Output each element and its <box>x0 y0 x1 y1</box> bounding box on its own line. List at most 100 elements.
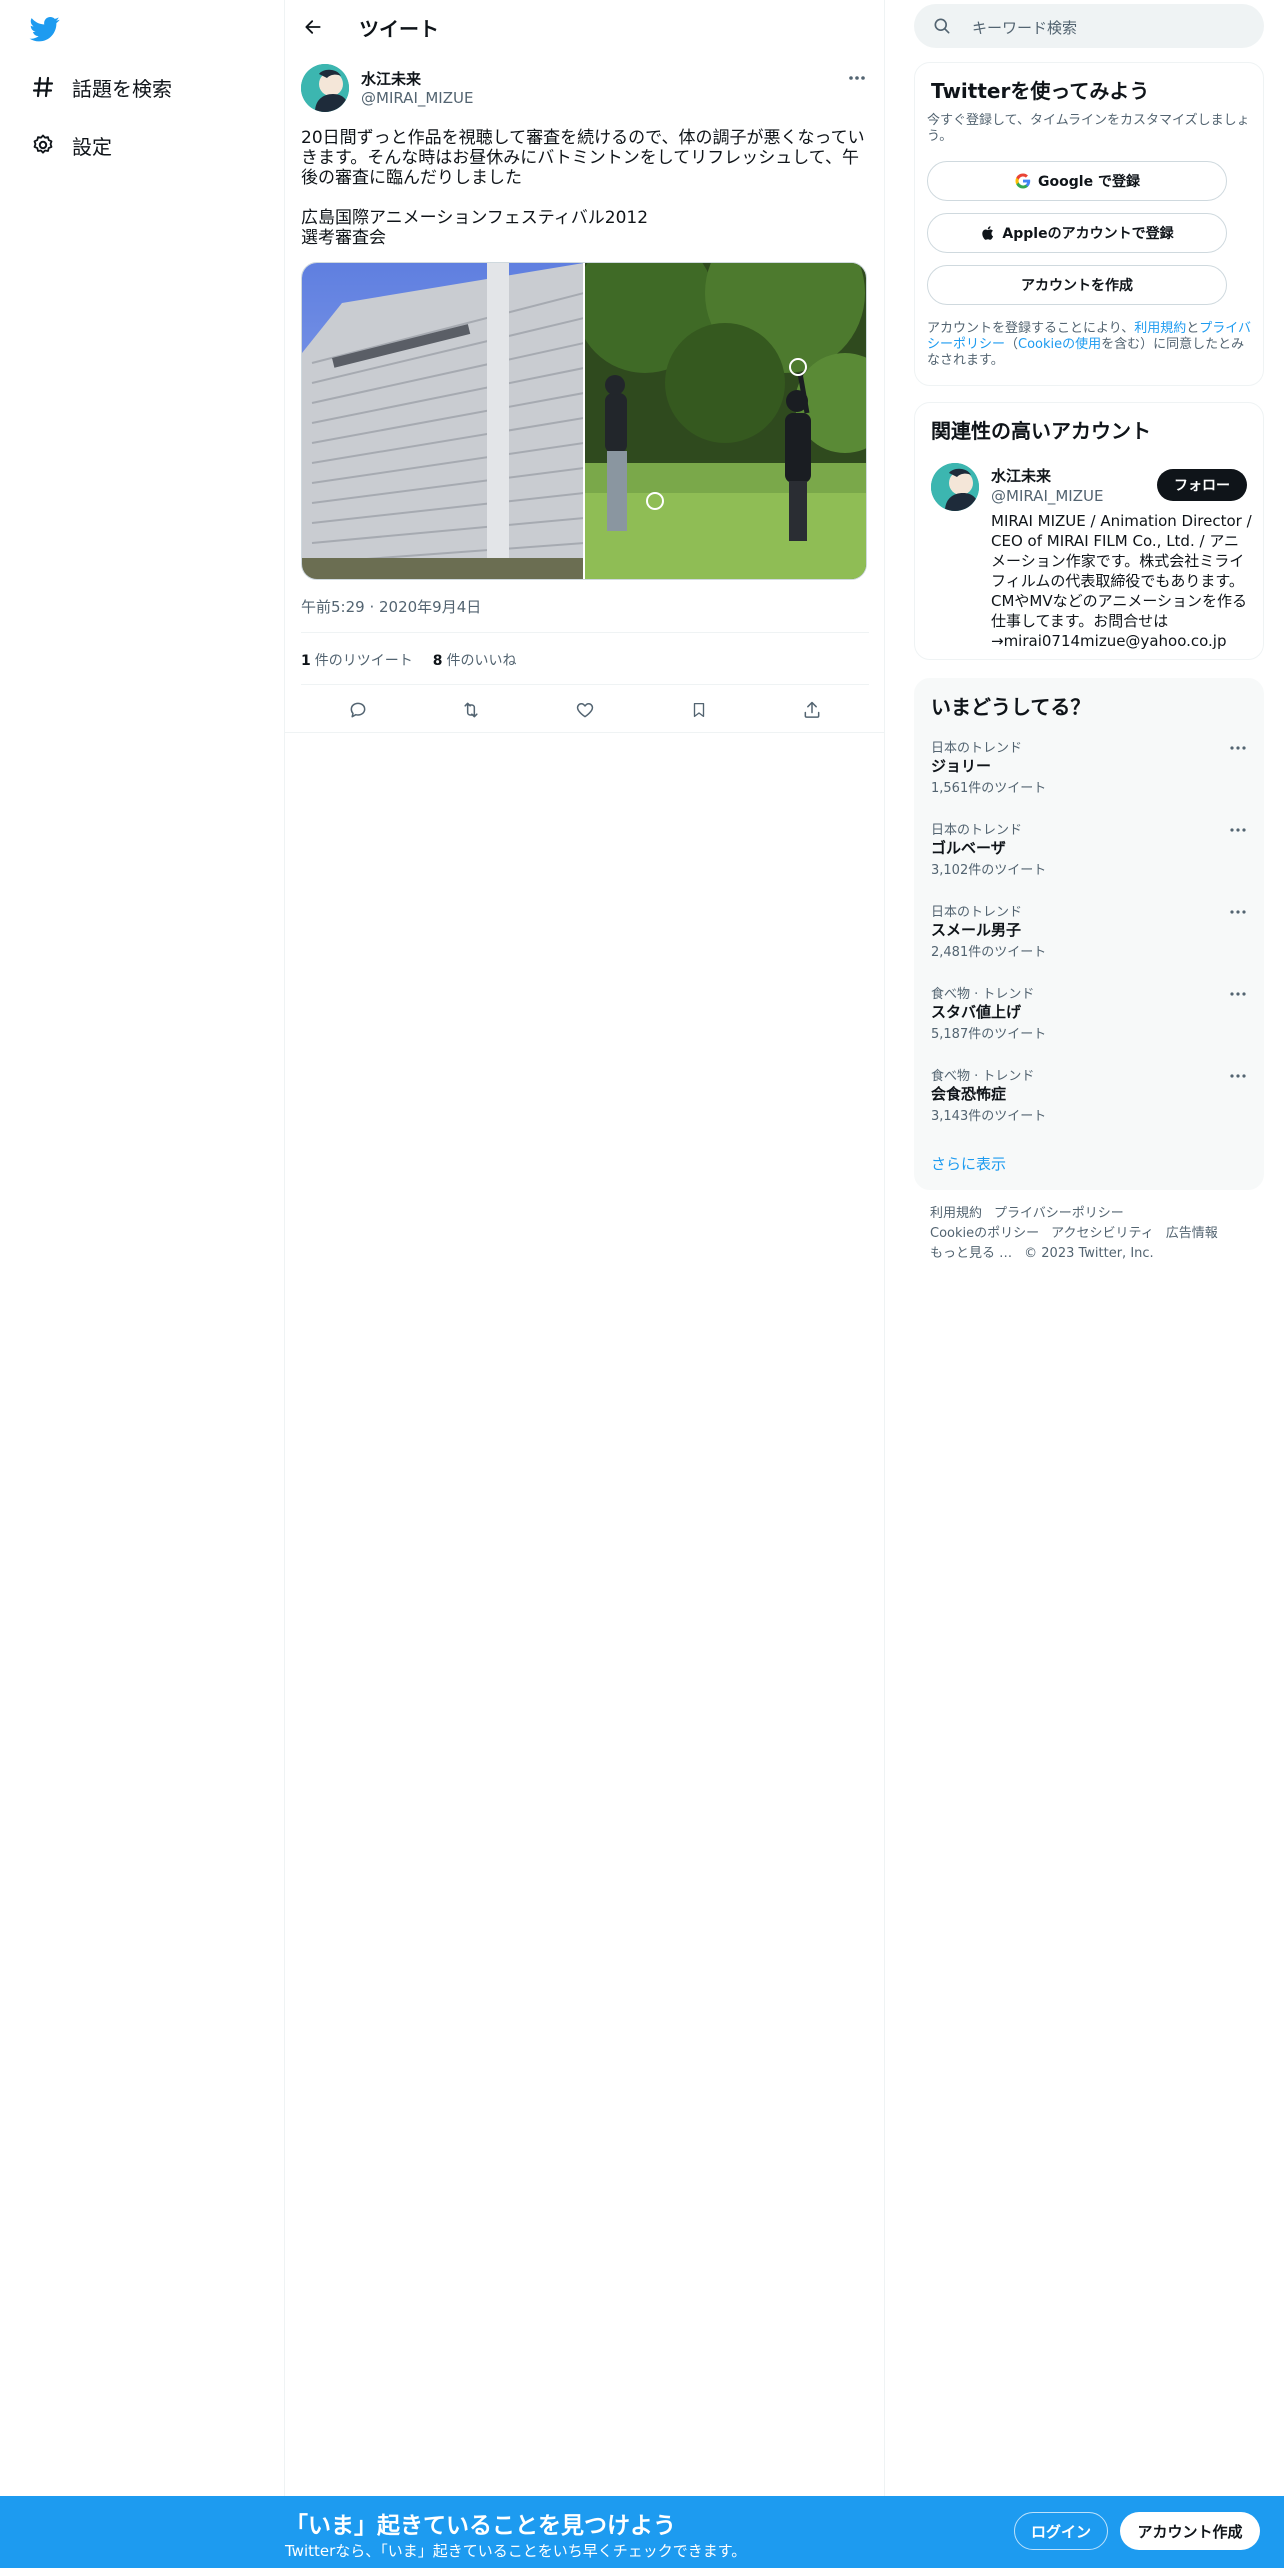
legal-and: と <box>1186 321 1200 336</box>
more-options-icon[interactable] <box>1227 739 1249 757</box>
legal-cookie-link[interactable]: Cookieの使用 <box>1018 337 1101 352</box>
hashtag-icon <box>30 74 56 100</box>
login-button[interactable]: ログイン <box>1014 2512 1108 2550</box>
related-account-bio: MIRAI MIZUE / Animation Director / CEO o… <box>991 512 1252 650</box>
gear-icon <box>30 132 56 158</box>
like-heart-icon[interactable] <box>568 693 602 727</box>
trend-category: 食べ物 · トレンド <box>931 1069 1035 1084</box>
twitter-bird-icon[interactable] <box>28 14 62 44</box>
trend-name: スメール男子 <box>931 921 1022 939</box>
trend-item[interactable]: 日本のトレンド ジョリー 1,561件のツイート <box>931 737 1249 807</box>
search-placeholder: キーワード検索 <box>972 19 1078 37</box>
related-accounts-card: 関連性の高いアカウント 水江未来 @MIRAI_MIZUE フォロー MIRAI… <box>914 402 1264 660</box>
tweet-timestamp[interactable]: 午前5:29 · 2020年9月4日 <box>301 596 481 617</box>
bottom-signup-bar: 「いま」起きていることを見つけよう Twitterなら、「いま」起きていることを… <box>0 2496 1284 2568</box>
signup-card-desc: 今すぐ登録して、タイムラインをカスタマイズしましょう。 <box>927 113 1250 144</box>
trend-category: 日本のトレンド <box>931 905 1023 920</box>
apple-logo-icon <box>980 224 996 242</box>
footer-cookie-link[interactable]: Cookieのポリシー <box>930 1226 1039 1241</box>
more-options-icon[interactable] <box>1227 1067 1249 1085</box>
trend-item[interactable]: 食べ物 · トレンド 会食恐怖症 3,143件のツイート <box>931 1065 1249 1135</box>
share-icon[interactable] <box>795 693 829 727</box>
retweets-label: 件のリツイート <box>314 653 413 669</box>
main-header: ツイート <box>285 0 885 54</box>
apple-signup-button[interactable]: Appleのアカウントで登録 <box>927 213 1227 253</box>
nav-explore[interactable]: 話題を検索 <box>30 67 172 107</box>
search-input[interactable]: キーワード検索 <box>914 4 1264 48</box>
trend-name: 会食恐怖症 <box>931 1085 1007 1103</box>
more-options-icon[interactable] <box>1227 821 1249 839</box>
footer-links: 利用規約 プライバシーポリシー Cookieのポリシー アクセシビリティ 広告情報 も… <box>930 1204 1250 1264</box>
nav-settings-label: 設定 <box>72 134 112 159</box>
divider <box>301 632 869 633</box>
retweet-icon[interactable] <box>454 693 488 727</box>
google-signup-label: Google で登録 <box>1038 174 1140 190</box>
google-signup-button[interactable]: Google で登録 <box>927 161 1227 201</box>
retweets-count: 1 <box>301 653 311 669</box>
tweet-text: 20日間ずっと作品を視聴して審査を続けるので、体の調子が悪くなってい きます。そ… <box>301 128 865 248</box>
trend-item[interactable]: 日本のトレンド スメール男子 2,481件のツイート <box>931 901 1249 971</box>
likes-stat[interactable]: 8 件のいいね <box>433 650 517 670</box>
page-title: ツイート <box>359 17 439 41</box>
legal-terms-link[interactable]: 利用規約 <box>1134 321 1186 336</box>
apple-signup-label: Appleのアカウントで登録 <box>1002 226 1174 242</box>
search-icon <box>932 16 952 40</box>
trend-item[interactable]: 食べ物 · トレンド スタバ値上げ 5,187件のツイート <box>931 983 1249 1053</box>
google-logo-icon <box>1014 172 1032 190</box>
retweets-stat[interactable]: 1 件のリツイート <box>301 650 413 670</box>
likes-count: 8 <box>432 653 443 669</box>
trend-name: スタバ値上げ <box>931 1003 1022 1021</box>
bottom-bar-title: 「いま」起きていることを見つけよう <box>285 2513 676 2539</box>
media-photo-badminton[interactable] <box>585 263 866 579</box>
related-card-title: 関連性の高いアカウント <box>931 419 1151 443</box>
trend-name: ゴルベーザ <box>931 839 1006 857</box>
bookmark-icon[interactable] <box>682 693 716 727</box>
trend-count: 3,102件のツイート <box>931 863 1047 878</box>
show-more-link[interactable]: さらに表示 <box>931 1153 1006 1174</box>
footer-copyright: © 2023 Twitter, Inc. <box>1024 1246 1154 1261</box>
divider <box>301 684 869 685</box>
author-avatar[interactable] <box>301 64 349 112</box>
more-options-icon[interactable] <box>1227 985 1249 1003</box>
create-account-label: アカウントを作成 <box>1021 278 1133 294</box>
reply-icon[interactable] <box>341 693 375 727</box>
footer-accessibility-link[interactable]: アクセシビリティ <box>1051 1226 1154 1241</box>
trend-item[interactable]: 日本のトレンド ゴルベーザ 3,102件のツイート <box>931 819 1249 889</box>
trend-name: ジョリー <box>931 757 992 775</box>
more-options-icon[interactable] <box>1227 903 1249 921</box>
author-handle[interactable]: @MIRAI_MIZUE <box>361 89 473 107</box>
trend-count: 5,187件のツイート <box>931 1027 1047 1042</box>
trends-card: いまどうしてる？ 日本のトレンド ジョリー 1,561件のツイート 日本のトレン… <box>914 678 1264 1190</box>
trend-count: 2,481件のツイート <box>931 945 1047 960</box>
tweet-actions <box>301 690 869 730</box>
related-account-name[interactable]: 水江未来 <box>991 465 1051 486</box>
tweet-stats: 1 件のリツイート 8 件のいいね <box>301 650 517 670</box>
tweet-media[interactable] <box>301 262 867 580</box>
signup-card-title: Twitterを使ってみよう <box>931 79 1150 103</box>
left-navigation: 話題を検索 設定 <box>0 0 285 2568</box>
footer-terms-link[interactable]: 利用規約 <box>930 1206 982 1221</box>
create-account-button[interactable]: アカウントを作成 <box>927 265 1227 305</box>
nav-settings[interactable]: 設定 <box>30 125 112 165</box>
author-name[interactable]: 水江未来 <box>361 68 421 89</box>
tweet-author: 水江未来 @MIRAI_MIZUE <box>301 64 869 114</box>
trend-count: 1,561件のツイート <box>931 781 1047 796</box>
footer-ads-link[interactable]: 広告情報 <box>1166 1226 1218 1241</box>
trend-category: 食べ物 · トレンド <box>931 987 1035 1002</box>
signup-button[interactable]: アカウント作成 <box>1120 2512 1260 2550</box>
signup-legal-text: アカウントを登録することにより、利用規約とプライバシーポリシー（Cookieの使… <box>927 321 1251 369</box>
trend-count: 3,143件のツイート <box>931 1109 1047 1124</box>
trend-category: 日本のトレンド <box>931 741 1023 756</box>
back-arrow-icon[interactable] <box>299 13 327 41</box>
related-account-avatar[interactable] <box>931 463 979 511</box>
more-options-icon[interactable] <box>845 68 869 88</box>
divider <box>285 732 885 733</box>
media-photo-library-building[interactable] <box>302 263 583 579</box>
follow-button[interactable]: フォロー <box>1157 469 1247 501</box>
related-account-handle[interactable]: @MIRAI_MIZUE <box>991 487 1103 505</box>
trends-card-title: いまどうしてる？ <box>931 695 1091 719</box>
legal-prefix: アカウントを登録することにより、 <box>927 321 1135 336</box>
nav-explore-label: 話題を検索 <box>72 76 172 101</box>
footer-privacy-link[interactable]: プライバシーポリシー <box>994 1206 1124 1221</box>
footer-more-link[interactable]: もっと見る … <box>930 1246 1012 1261</box>
